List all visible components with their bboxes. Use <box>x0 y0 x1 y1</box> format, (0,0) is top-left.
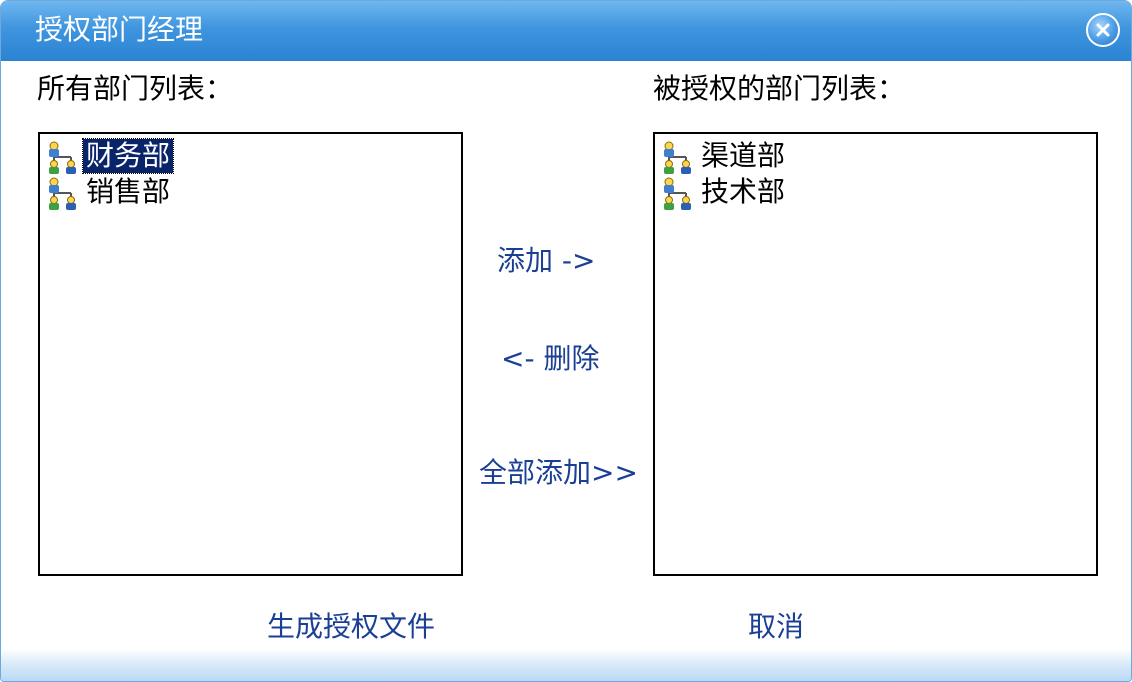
list-item-label: 财务部 <box>81 138 175 174</box>
authorized-list-label: 被授权的部门列表： <box>653 72 906 105</box>
dialog-title: 授权部门经理 <box>35 13 204 46</box>
list-item-channel[interactable]: 渠道部 <box>658 137 788 175</box>
department-icon <box>658 173 696 211</box>
list-item-label: 渠道部 <box>701 139 786 172</box>
list-item-label: 技术部 <box>701 175 786 208</box>
list-item-label: 销售部 <box>86 175 171 208</box>
remove-button[interactable]: <- 删除 <box>501 341 599 377</box>
list-item-tech[interactable]: 技术部 <box>658 173 788 211</box>
close-button[interactable] <box>1086 13 1120 47</box>
list-item-sales[interactable]: 销售部 <box>43 173 173 211</box>
cancel-button[interactable]: 取消 <box>748 609 804 645</box>
add-button[interactable]: 添加 -> <box>497 243 595 279</box>
add-all-button[interactable]: 全部添加>> <box>479 455 638 491</box>
generate-file-button[interactable]: 生成授权文件 <box>267 609 435 645</box>
available-list-label: 所有部门列表： <box>37 72 234 105</box>
department-icon <box>43 173 81 211</box>
dialog-footer <box>1 649 1131 681</box>
authorize-dialog: 授权部门经理 所有部门列表： 财务部 销售部 添加 -> <- 删除 全部添加>… <box>0 0 1132 682</box>
department-icon <box>43 137 81 175</box>
authorized-departments-list[interactable]: 渠道部 技术部 <box>653 132 1098 576</box>
title-bar[interactable]: 授权部门经理 <box>1 1 1131 61</box>
department-icon <box>658 137 696 175</box>
available-departments-list[interactable]: 财务部 销售部 <box>38 132 463 576</box>
list-item-finance[interactable]: 财务部 <box>43 137 175 175</box>
